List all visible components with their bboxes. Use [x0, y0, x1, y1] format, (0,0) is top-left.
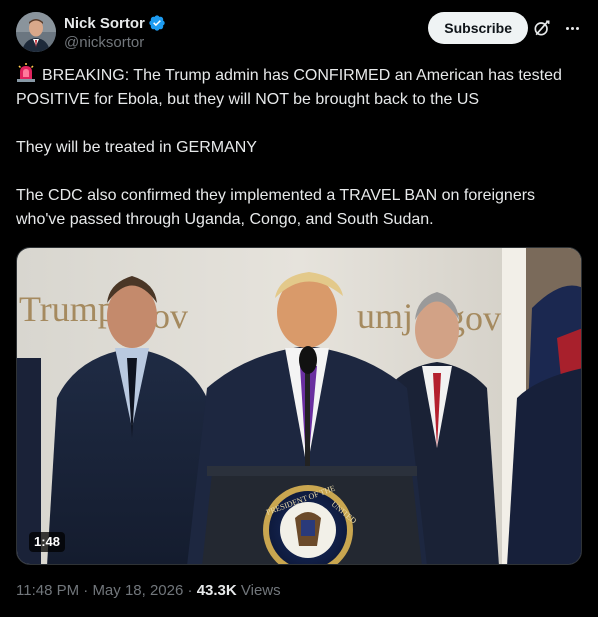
views-count[interactable]: 43.3K — [197, 582, 237, 599]
meta-separator: · — [83, 582, 89, 599]
post-paragraph-1: BREAKING: The Trump admin has CONFIRMED … — [16, 63, 588, 112]
meta-separator-2: · — [187, 582, 193, 599]
subscribe-button[interactable]: Subscribe — [428, 12, 528, 44]
video-player[interactable]: TrumpR ov umj gov PRESIDENT OF THE UNITE… — [16, 247, 582, 565]
more-icon[interactable] — [562, 18, 582, 38]
post: Nick Sortor @nicksortor Subscribe BREAKI… — [0, 0, 598, 617]
verified-badge-icon — [149, 15, 165, 31]
post-paragraph-3: The CDC also confirmed they implemented … — [16, 187, 536, 228]
post-text: BREAKING: The Trump admin has CONFIRMED … — [16, 63, 588, 232]
video-duration: 1:48 — [29, 532, 66, 552]
grok-icon[interactable] — [532, 18, 552, 38]
author-display-name[interactable]: Nick Sortor — [64, 15, 145, 32]
post-header: Nick Sortor @nicksortor Subscribe — [16, 10, 582, 54]
post-date[interactable]: May 18, 2026 — [92, 582, 183, 599]
backdrop-text-right: umj — [357, 296, 413, 336]
views-label: Views — [240, 582, 281, 599]
author-names: Nick Sortor @nicksortor — [64, 13, 166, 51]
backdrop-text-left2: ov — [152, 296, 188, 336]
author-handle[interactable]: @nicksortor — [64, 34, 166, 51]
post-time[interactable]: 11:48 PM — [16, 582, 79, 599]
avatar[interactable] — [16, 12, 56, 52]
video-thumbnail: TrumpR ov umj gov PRESIDENT OF THE UNITE… — [17, 248, 581, 564]
siren-icon — [17, 63, 35, 82]
post-meta: 11:48 PM · May 18, 2026 · 43.3K Views — [16, 582, 281, 599]
post-paragraph-2: They will be treated in GERMANY — [16, 139, 257, 156]
